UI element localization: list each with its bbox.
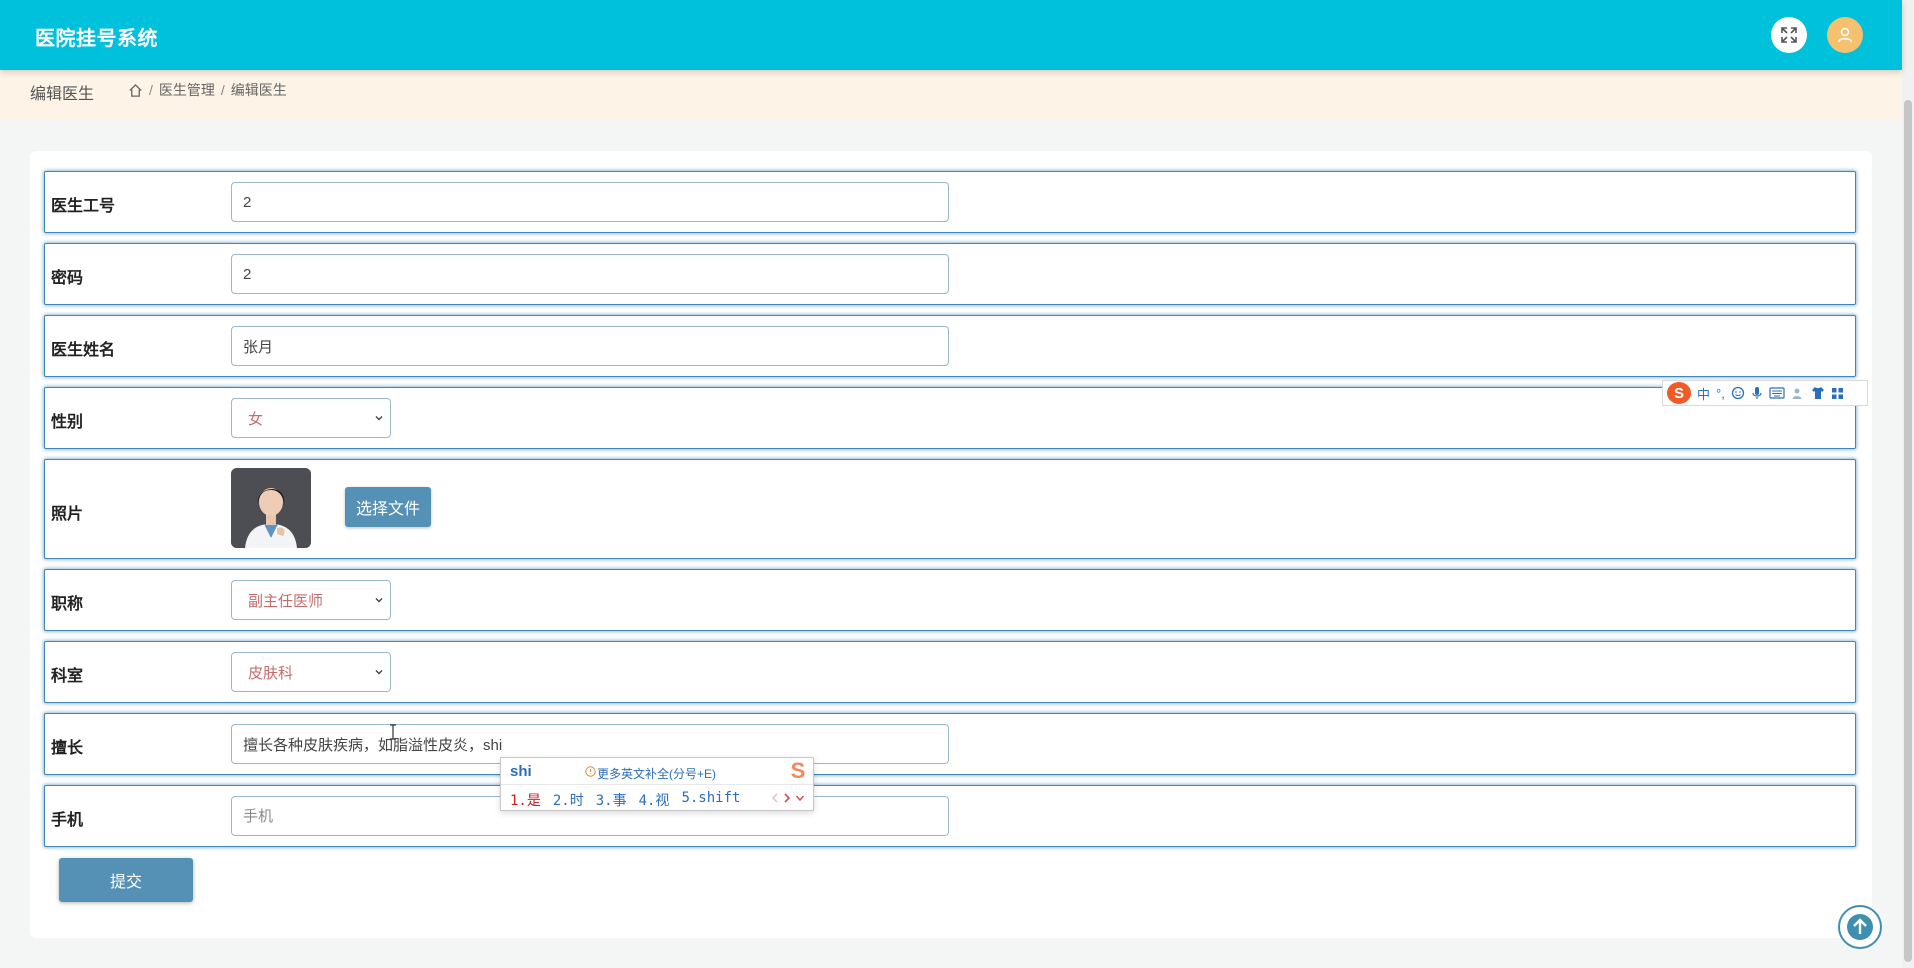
user-icon (1837, 27, 1853, 43)
password-input[interactable] (231, 254, 949, 294)
ime-candidate-window: shi 更多英文补全(分号+E) S 1.是 2.时 3.事 4.视 5.shi… (500, 757, 814, 811)
ime-candidate[interactable]: 2.时 (553, 790, 584, 810)
chevron-down-icon (375, 670, 383, 675)
field-row-specialty: 擅长 (44, 713, 1856, 775)
password-label: 密码 (51, 270, 84, 287)
user-avatar-button[interactable] (1827, 17, 1863, 53)
ime-divider (501, 784, 813, 785)
keyboard-icon[interactable] (1769, 387, 1785, 399)
ime-toolbar: S 中 °, (1662, 380, 1868, 406)
ime-candidate[interactable]: 1.是 (510, 790, 541, 810)
ime-candidate[interactable]: 4.视 (639, 790, 670, 810)
title-label: 职称 (51, 596, 84, 613)
gender-label: 性别 (51, 414, 84, 431)
breadcrumb-separator: / (149, 82, 153, 98)
breadcrumb-separator: / (220, 82, 225, 98)
field-row-doctor-name: 医生姓名 (44, 315, 1856, 377)
field-row-title: 职称 副主任医师 (44, 569, 1856, 631)
breadcrumb: / 医生管理 / 编辑医生 (128, 80, 287, 100)
ime-typed-text: shi (510, 763, 532, 780)
top-header: 医院挂号系统 (0, 0, 1902, 70)
form-card: 医生工号 密码 医生姓名 性别 女 照片 (30, 151, 1872, 938)
page: 医院挂号系统 编辑医生 / 医生管理 / 编辑医生 医生工号 2 密码 2 医生… (0, 0, 1914, 968)
microphone-icon[interactable] (1751, 386, 1763, 400)
page-scrollbar[interactable] (1902, 0, 1914, 968)
back-to-top-button[interactable] (1838, 905, 1882, 949)
doctor-photo (231, 468, 311, 548)
department-select[interactable]: 皮肤科 (231, 652, 391, 692)
chevron-down-icon (375, 598, 383, 603)
doctor-portrait-image (231, 468, 311, 548)
ime-chinese-mode[interactable]: 中 (1697, 384, 1710, 403)
field-row-gender: 性别 女 (44, 387, 1856, 449)
ime-logo-icon[interactable]: S (1667, 382, 1691, 404)
text-cursor-icon (390, 724, 396, 740)
ime-completion-hint[interactable]: 更多英文补全(分号+E) (597, 765, 716, 782)
ime-candidate[interactable]: 5.shift (681, 790, 740, 810)
scrollbar-thumb[interactable] (1904, 100, 1912, 962)
arrow-up-circle-icon (1847, 914, 1873, 940)
fullscreen-button[interactable] (1771, 17, 1807, 53)
doctor-id-label: 医生工号 (51, 198, 116, 215)
field-row-photo: 照片 选择文件 (44, 459, 1856, 559)
ime-candidate-list: 1.是 2.时 3.事 4.视 5.shift (510, 790, 740, 810)
gender-select[interactable]: 女 (231, 398, 391, 438)
chevron-right-icon[interactable] (783, 793, 791, 803)
breadcrumb-bar: 编辑医生 / 医生管理 / 编辑医生 (0, 70, 1902, 120)
phone-label: 手机 (51, 812, 84, 829)
breadcrumb-item-doctor-management[interactable]: 医生管理 (159, 80, 215, 100)
ime-candidate[interactable]: 3.事 (596, 790, 627, 810)
choose-file-button[interactable]: 选择文件 (345, 487, 431, 527)
chevron-left-icon[interactable] (771, 793, 779, 803)
user-settings-icon[interactable] (1791, 386, 1805, 400)
department-selected-value: 皮肤科 (248, 664, 294, 682)
info-icon (585, 766, 596, 777)
doctor-id-input[interactable] (231, 182, 949, 222)
chevron-down-icon (375, 416, 383, 421)
photo-label: 照片 (51, 506, 84, 523)
department-label: 科室 (51, 668, 84, 685)
page-title: 编辑医生 (30, 86, 95, 103)
ime-punctuation-mode[interactable]: °, (1716, 386, 1725, 401)
chevron-down-icon[interactable] (795, 793, 805, 803)
skin-shirt-icon[interactable] (1811, 386, 1825, 400)
ime-watermark-logo: S (790, 758, 806, 783)
gender-selected-value: 女 (248, 410, 264, 428)
title-select[interactable]: 副主任医师 (231, 580, 391, 620)
doctor-name-label: 医生姓名 (51, 342, 116, 359)
home-icon[interactable] (128, 83, 143, 98)
breadcrumb-item-edit-doctor: 编辑医生 (230, 82, 287, 98)
doctor-name-input[interactable] (231, 326, 949, 366)
specialty-label: 擅长 (51, 740, 84, 757)
field-row-doctor-id: 医生工号 (44, 171, 1856, 233)
toolbox-grid-icon[interactable] (1831, 387, 1844, 400)
submit-button[interactable]: 提交 (59, 858, 193, 902)
field-row-department: 科室 皮肤科 (44, 641, 1856, 703)
field-row-password: 密码 (44, 243, 1856, 305)
emoji-icon[interactable] (1731, 386, 1745, 400)
ime-page-nav (771, 790, 805, 806)
app-title: 医院挂号系统 (35, 28, 158, 50)
title-selected-value: 副主任医师 (248, 592, 324, 610)
field-row-phone: 手机 (44, 785, 1856, 847)
fullscreen-icon (1781, 27, 1797, 43)
